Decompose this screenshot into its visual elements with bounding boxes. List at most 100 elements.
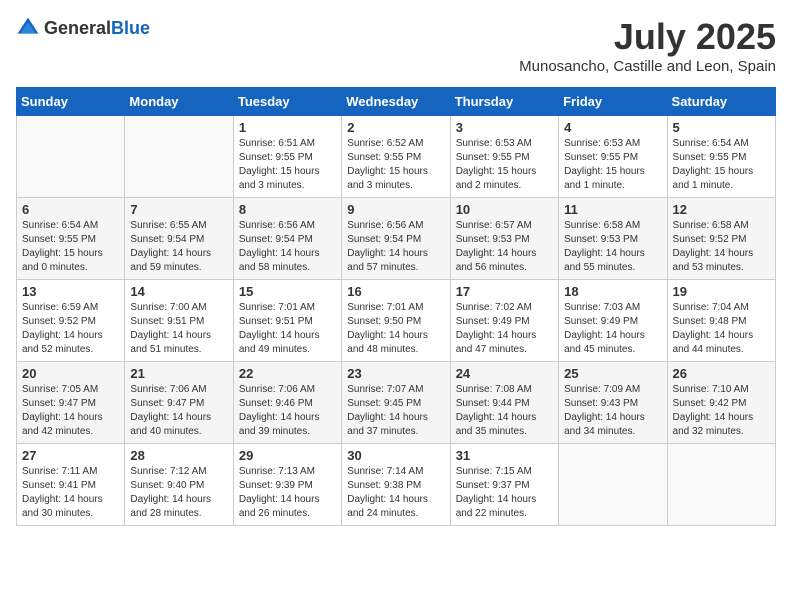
calendar-week-row: 27 Sunrise: 7:11 AM Sunset: 9:41 PM Dayl… [17,444,776,526]
daylight-text: Daylight: 14 hours and 44 minutes. [673,330,754,355]
sunset-text: Sunset: 9:55 PM [456,152,530,163]
day-number: 23 [347,366,444,381]
sunset-text: Sunset: 9:54 PM [239,234,313,245]
day-info: Sunrise: 6:58 AM Sunset: 9:52 PM Dayligh… [673,219,770,275]
day-info: Sunrise: 7:04 AM Sunset: 9:48 PM Dayligh… [673,301,770,357]
table-row: 6 Sunrise: 6:54 AM Sunset: 9:55 PM Dayli… [17,198,125,280]
day-info: Sunrise: 6:58 AM Sunset: 9:53 PM Dayligh… [564,219,661,275]
sunset-text: Sunset: 9:40 PM [130,480,204,491]
header-tuesday: Tuesday [233,88,341,116]
day-info: Sunrise: 7:01 AM Sunset: 9:51 PM Dayligh… [239,301,336,357]
sunrise-text: Sunrise: 7:01 AM [347,302,423,313]
header-wednesday: Wednesday [342,88,450,116]
month-year: July 2025 [519,16,776,58]
sunset-text: Sunset: 9:37 PM [456,480,530,491]
header-sunday: Sunday [17,88,125,116]
day-number: 10 [456,202,553,217]
sunrise-text: Sunrise: 6:58 AM [673,220,749,231]
day-number: 17 [456,284,553,299]
day-number: 18 [564,284,661,299]
sunrise-text: Sunrise: 7:08 AM [456,384,532,395]
daylight-text: Daylight: 15 hours and 0 minutes. [22,248,103,273]
sunrise-text: Sunrise: 6:58 AM [564,220,640,231]
sunset-text: Sunset: 9:42 PM [673,398,747,409]
table-row: 17 Sunrise: 7:02 AM Sunset: 9:49 PM Dayl… [450,280,558,362]
sunset-text: Sunset: 9:44 PM [456,398,530,409]
daylight-text: Daylight: 15 hours and 2 minutes. [456,166,537,191]
table-row: 3 Sunrise: 6:53 AM Sunset: 9:55 PM Dayli… [450,116,558,198]
day-info: Sunrise: 7:14 AM Sunset: 9:38 PM Dayligh… [347,465,444,521]
day-number: 8 [239,202,336,217]
day-number: 5 [673,120,770,135]
logo: GeneralBlue [16,16,150,40]
day-number: 22 [239,366,336,381]
daylight-text: Daylight: 14 hours and 40 minutes. [130,412,211,437]
sunset-text: Sunset: 9:43 PM [564,398,638,409]
day-info: Sunrise: 6:57 AM Sunset: 9:53 PM Dayligh… [456,219,553,275]
daylight-text: Daylight: 14 hours and 57 minutes. [347,248,428,273]
sunset-text: Sunset: 9:49 PM [456,316,530,327]
daylight-text: Daylight: 14 hours and 48 minutes. [347,330,428,355]
day-number: 12 [673,202,770,217]
daylight-text: Daylight: 14 hours and 53 minutes. [673,248,754,273]
day-info: Sunrise: 7:15 AM Sunset: 9:37 PM Dayligh… [456,465,553,521]
table-row: 18 Sunrise: 7:03 AM Sunset: 9:49 PM Dayl… [559,280,667,362]
day-number: 11 [564,202,661,217]
daylight-text: Daylight: 14 hours and 52 minutes. [22,330,103,355]
sunset-text: Sunset: 9:49 PM [564,316,638,327]
table-row: 10 Sunrise: 6:57 AM Sunset: 9:53 PM Dayl… [450,198,558,280]
table-row: 9 Sunrise: 6:56 AM Sunset: 9:54 PM Dayli… [342,198,450,280]
day-number: 26 [673,366,770,381]
daylight-text: Daylight: 14 hours and 42 minutes. [22,412,103,437]
day-info: Sunrise: 7:06 AM Sunset: 9:46 PM Dayligh… [239,383,336,439]
logo-icon [16,16,40,40]
day-number: 31 [456,448,553,463]
sunset-text: Sunset: 9:46 PM [239,398,313,409]
daylight-text: Daylight: 15 hours and 1 minute. [564,166,645,191]
daylight-text: Daylight: 14 hours and 59 minutes. [130,248,211,273]
day-number: 15 [239,284,336,299]
day-number: 3 [456,120,553,135]
daylight-text: Daylight: 14 hours and 37 minutes. [347,412,428,437]
day-number: 4 [564,120,661,135]
table-row: 5 Sunrise: 6:54 AM Sunset: 9:55 PM Dayli… [667,116,775,198]
logo-blue: Blue [111,18,150,38]
sunset-text: Sunset: 9:55 PM [347,152,421,163]
table-row [667,444,775,526]
sunrise-text: Sunrise: 7:09 AM [564,384,640,395]
daylight-text: Daylight: 14 hours and 35 minutes. [456,412,537,437]
calendar-week-row: 1 Sunrise: 6:51 AM Sunset: 9:55 PM Dayli… [17,116,776,198]
sunset-text: Sunset: 9:45 PM [347,398,421,409]
day-number: 16 [347,284,444,299]
table-row: 4 Sunrise: 6:53 AM Sunset: 9:55 PM Dayli… [559,116,667,198]
table-row: 21 Sunrise: 7:06 AM Sunset: 9:47 PM Dayl… [125,362,233,444]
sunrise-text: Sunrise: 7:15 AM [456,466,532,477]
day-info: Sunrise: 6:52 AM Sunset: 9:55 PM Dayligh… [347,137,444,193]
daylight-text: Daylight: 14 hours and 58 minutes. [239,248,320,273]
sunset-text: Sunset: 9:51 PM [239,316,313,327]
daylight-text: Daylight: 15 hours and 3 minutes. [239,166,320,191]
table-row: 7 Sunrise: 6:55 AM Sunset: 9:54 PM Dayli… [125,198,233,280]
table-row: 1 Sunrise: 6:51 AM Sunset: 9:55 PM Dayli… [233,116,341,198]
table-row: 28 Sunrise: 7:12 AM Sunset: 9:40 PM Dayl… [125,444,233,526]
sunset-text: Sunset: 9:54 PM [347,234,421,245]
sunrise-text: Sunrise: 7:14 AM [347,466,423,477]
day-number: 24 [456,366,553,381]
sunrise-text: Sunrise: 6:55 AM [130,220,206,231]
sunrise-text: Sunrise: 6:54 AM [673,138,749,149]
daylight-text: Daylight: 14 hours and 56 minutes. [456,248,537,273]
day-info: Sunrise: 6:54 AM Sunset: 9:55 PM Dayligh… [673,137,770,193]
day-info: Sunrise: 6:55 AM Sunset: 9:54 PM Dayligh… [130,219,227,275]
sunset-text: Sunset: 9:53 PM [564,234,638,245]
day-info: Sunrise: 7:12 AM Sunset: 9:40 PM Dayligh… [130,465,227,521]
day-info: Sunrise: 7:10 AM Sunset: 9:42 PM Dayligh… [673,383,770,439]
sunset-text: Sunset: 9:55 PM [239,152,313,163]
sunset-text: Sunset: 9:55 PM [673,152,747,163]
day-number: 25 [564,366,661,381]
sunrise-text: Sunrise: 6:56 AM [347,220,423,231]
sunrise-text: Sunrise: 6:53 AM [456,138,532,149]
day-number: 21 [130,366,227,381]
header-monday: Monday [125,88,233,116]
sunrise-text: Sunrise: 7:07 AM [347,384,423,395]
day-number: 13 [22,284,119,299]
